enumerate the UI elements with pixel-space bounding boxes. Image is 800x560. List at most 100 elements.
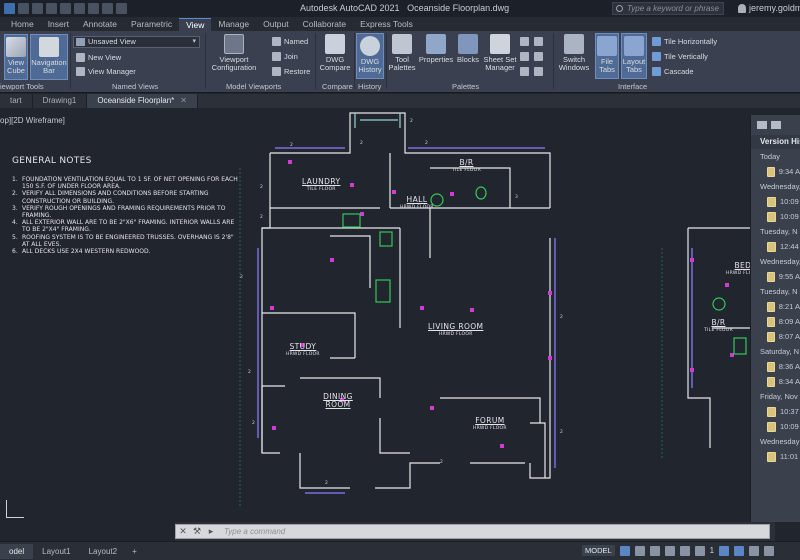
snap-icon[interactable] (634, 545, 645, 556)
ribbon-tab-output[interactable]: Output (256, 18, 296, 31)
svg-text:2: 2 (560, 429, 563, 435)
version-entry[interactable]: 10:37 (751, 404, 800, 419)
user-account[interactable]: jeremy.goldm (738, 3, 800, 13)
panel-label-history: History (358, 82, 382, 91)
properties-button[interactable]: Properties (418, 34, 454, 64)
ribbon-tab-collaborate[interactable]: Collaborate (296, 18, 353, 31)
save-as-icon[interactable] (60, 3, 71, 14)
blocks-button[interactable]: Blocks (455, 34, 481, 64)
panel-label-model-viewports[interactable]: Model Viewports (226, 82, 281, 91)
viewport-configuration-button[interactable]: Viewport Configuration (208, 34, 260, 72)
osnap-icon[interactable] (679, 545, 690, 556)
version-entry[interactable]: 8:09 A (751, 314, 800, 329)
layout-tabs-button[interactable]: Layout Tabs (621, 33, 647, 79)
document-tab[interactable]: Drawing1 (33, 94, 88, 108)
ribbon-tab-annotate[interactable]: Annotate (76, 18, 124, 31)
model-space-button[interactable]: MODEL (582, 545, 615, 556)
version-entry[interactable]: 9:55 A (751, 269, 800, 284)
viewport-label[interactable]: op][2D Wireframe] (0, 116, 65, 125)
sheet-set-manager-button[interactable]: Sheet Set Manager (482, 34, 518, 72)
customize-icon[interactable] (764, 545, 775, 556)
ribbon-tab-insert[interactable]: Insert (41, 18, 76, 31)
version-entry[interactable]: 10:09 (751, 194, 800, 209)
tile-horizontally-button[interactable]: Tile Horizontally (652, 37, 717, 46)
layout-tab[interactable]: odel (0, 543, 34, 559)
dwg-compare-button[interactable]: DWG Compare (318, 34, 352, 72)
layout-tab[interactable]: Layout2 (80, 544, 126, 559)
cascade-button[interactable]: Cascade (652, 67, 694, 76)
navigation-bar-button[interactable]: Navigation Bar (30, 34, 68, 80)
annotation-scale[interactable]: 1 (710, 546, 714, 555)
new-file-icon[interactable] (18, 3, 29, 14)
tile-vertically-button[interactable]: Tile Vertically (652, 52, 708, 61)
named-viewports-button[interactable]: Named (272, 37, 308, 46)
wrench-icon[interactable]: ⚒ (190, 526, 204, 537)
annotation-icon[interactable] (734, 545, 745, 556)
version-time: 8:36 A (778, 362, 800, 371)
units-icon[interactable] (749, 545, 760, 556)
panel-label-palettes[interactable]: Palettes (452, 82, 479, 91)
version-entry[interactable]: 8:34 A (751, 374, 800, 389)
lineweight-icon[interactable] (694, 545, 705, 556)
new-view-button[interactable]: New View (76, 53, 121, 62)
version-history-title: Version His (751, 135, 800, 149)
undo-icon[interactable] (88, 3, 99, 14)
palette-small-4[interactable] (534, 37, 543, 46)
palette-small-1[interactable] (520, 37, 529, 46)
palette-small-5[interactable] (534, 52, 543, 61)
join-viewports-button[interactable]: Join (272, 52, 298, 61)
file-tabs-button[interactable]: File Tabs (595, 33, 619, 79)
version-entry[interactable]: 11:01 (751, 449, 800, 464)
ribbon-tab-view[interactable]: View (179, 18, 212, 31)
version-group-label: Wednesday, (760, 257, 800, 266)
tool-palettes-button[interactable]: Tool Palettes (388, 34, 416, 72)
user-icon[interactable] (771, 121, 781, 129)
app-menu-icon[interactable] (4, 3, 15, 14)
save-icon[interactable] (46, 3, 57, 14)
share-icon[interactable] (116, 3, 127, 14)
polar-icon[interactable] (664, 545, 675, 556)
version-entry[interactable]: 10:09 (751, 209, 800, 224)
command-input[interactable]: Type a command (218, 527, 285, 536)
palette-small-6[interactable] (534, 67, 543, 76)
ribbon-tab-parametric[interactable]: Parametric (124, 18, 179, 31)
ribbon-tab-manage[interactable]: Manage (211, 18, 256, 31)
view-cube-button[interactable]: View Cube (4, 34, 28, 80)
version-entry[interactable]: 8:21 A (751, 299, 800, 314)
workspace-icon[interactable] (719, 545, 730, 556)
document-tab[interactable]: tart (0, 94, 33, 108)
version-entry[interactable]: 10:09 (751, 419, 800, 434)
close-tab-icon[interactable]: ✕ (180, 96, 187, 105)
panel-label-viewport-tools[interactable]: iewport Tools (0, 82, 44, 91)
palette-small-3[interactable] (520, 67, 529, 76)
version-entry[interactable]: 12:44 (751, 239, 800, 254)
open-file-icon[interactable] (32, 3, 43, 14)
add-layout-button[interactable]: + (126, 544, 143, 559)
layout-tab[interactable]: Layout1 (33, 544, 79, 559)
named-view-dropdown[interactable]: Unsaved View ▾ (73, 36, 200, 48)
switch-windows-button[interactable]: Switch Windows (556, 34, 592, 72)
palette-small-2[interactable] (520, 52, 529, 61)
ortho-icon[interactable] (649, 545, 660, 556)
search-input[interactable]: Type a keyword or phrase (612, 2, 724, 15)
ribbon-tab-home[interactable]: Home (4, 18, 41, 31)
grid-icon[interactable] (619, 545, 630, 556)
restore-viewports-button[interactable]: Restore (272, 67, 310, 76)
ribbon-tab-express-tools[interactable]: Express Tools (353, 18, 420, 31)
panel-menu-icon[interactable] (757, 121, 767, 129)
version-time: 9:55 A (778, 272, 800, 281)
version-entry[interactable]: 8:07 A (751, 329, 800, 344)
command-line[interactable]: ✕ ⚒ ▸ Type a command (175, 524, 770, 539)
dwg-history-button[interactable]: DWG History (356, 33, 384, 79)
view-manager-button[interactable]: View Manager (76, 67, 136, 76)
document-tab[interactable]: Oceanside Floorplan* ✕ (87, 94, 198, 108)
sheet-set-icon (490, 34, 510, 54)
print-icon[interactable] (74, 3, 85, 14)
blocks-label: Blocks (456, 55, 480, 64)
version-entry[interactable]: 8:36 A (751, 359, 800, 374)
drawing-file-icon (767, 376, 775, 387)
panel-label-interface[interactable]: Interface (618, 82, 647, 91)
close-icon[interactable]: ✕ (176, 526, 190, 537)
version-entry[interactable]: 9:34 A (751, 164, 800, 179)
redo-icon[interactable] (102, 3, 113, 14)
